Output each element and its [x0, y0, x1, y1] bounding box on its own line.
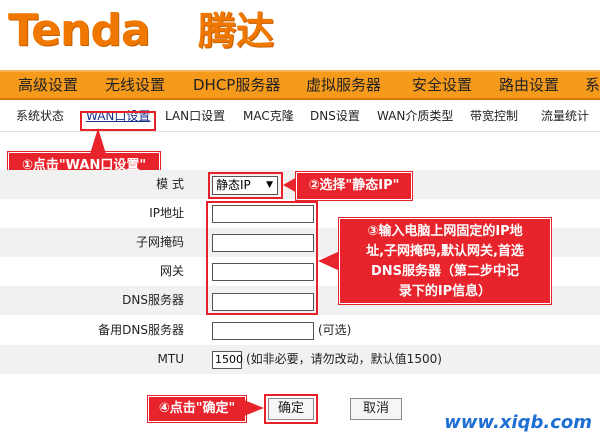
subnav-dns-settings[interactable]: DNS设置: [310, 106, 360, 126]
tenda-logo-chinese: 腾达: [198, 9, 275, 53]
callout-step3-pointer: [318, 251, 340, 271]
gateway-label: 网关: [159, 264, 184, 278]
watermark: www.xiqb.com: [444, 412, 592, 433]
nav-route-settings[interactable]: 路由设置: [499, 72, 559, 98]
dns2-optional-hint: (可选): [318, 323, 352, 337]
nav-wireless-settings[interactable]: 无线设置: [105, 72, 165, 98]
callout-step2-pointer: [283, 177, 297, 193]
subnav-bandwidth-control[interactable]: 带宽控制: [470, 106, 518, 126]
nav-dhcp-server[interactable]: DHCP服务器: [193, 72, 280, 98]
subnav-traffic-stats[interactable]: 流量统计: [541, 106, 589, 126]
subnav-wan-media-type[interactable]: WAN介质类型: [377, 106, 453, 126]
ip-label: IP地址: [149, 206, 184, 220]
dns-label: DNS服务器: [122, 293, 184, 307]
callout-step3-line4: 录下的IP信息）: [398, 284, 492, 299]
mtu-hint: (如非必要，请勿改动，默认值1500): [246, 352, 442, 366]
subnav-lan-settings[interactable]: LAN口设置: [165, 106, 225, 126]
callout-step1-pointer: [90, 128, 106, 154]
fields-highlight-box: [206, 201, 318, 315]
callout-step3: ③输入电脑上网固定的IP地 址,子网掩码,默认网关,首选 DNS服务器（第二步中…: [339, 218, 551, 304]
callout-step3-line3: DNS服务器（第二步中记: [370, 264, 520, 279]
nav-advanced-settings[interactable]: 高级设置: [18, 72, 78, 98]
subnav-system-status[interactable]: 系统状态: [16, 106, 64, 126]
mtu-input[interactable]: 1500: [212, 351, 243, 369]
mtu-label: MTU: [157, 352, 184, 366]
nav-virtual-server[interactable]: 虚拟服务器: [306, 72, 381, 98]
callout-step3-line2: 址,子网掩码,默认网关,首选: [366, 244, 524, 259]
backup-dns-input[interactable]: [212, 322, 314, 340]
callout-step4-pointer: [244, 400, 264, 416]
callout-step3-line1: ③输入电脑上网固定的IP地: [367, 224, 523, 239]
callout-step4: ④点击"确定": [148, 396, 246, 422]
nav-system-truncated[interactable]: 系: [585, 72, 600, 98]
mask-label: 子网掩码: [135, 235, 184, 249]
mode-highlight-box: [208, 172, 283, 199]
callout-step2: ②选择"静态IP": [296, 172, 412, 200]
nav-security-settings[interactable]: 安全设置: [412, 72, 472, 98]
ok-highlight-box: [264, 394, 318, 424]
main-nav: 高级设置 无线设置 DHCP服务器 虚拟服务器 安全设置 路由设置 系: [0, 70, 600, 100]
dns2-label: 备用DNS服务器: [98, 323, 184, 337]
mode-label: 模 式: [156, 177, 184, 191]
cancel-button[interactable]: 取消: [350, 398, 402, 420]
subnav-mac-clone[interactable]: MAC克隆: [243, 106, 294, 126]
row-mtu: MTU (如非必要，请勿改动，默认值1500): [0, 345, 600, 374]
tenda-logo: Tenda: [8, 5, 151, 56]
